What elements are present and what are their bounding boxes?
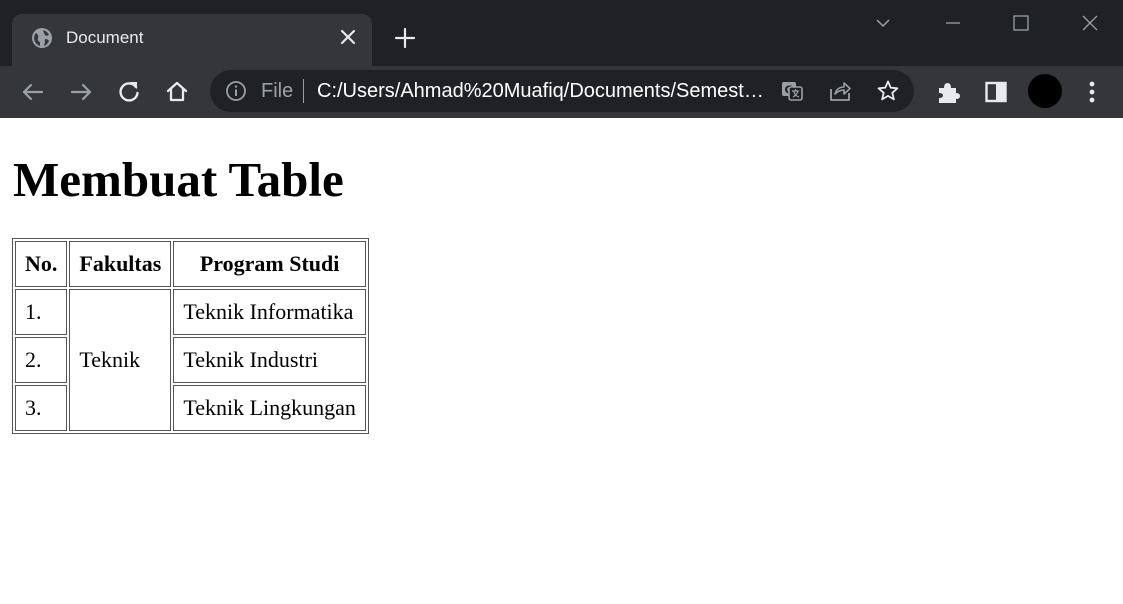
- scheme-label: File: [261, 80, 294, 102]
- program-cell: Teknik Informatika: [173, 289, 366, 335]
- table-header-row: No. Fakultas Program Studi: [15, 241, 366, 287]
- program-cell: Teknik Industri: [173, 337, 366, 383]
- home-icon[interactable]: [163, 78, 191, 106]
- star-icon[interactable]: [876, 79, 900, 103]
- table-row: 3. Teknik Lingkungan: [15, 385, 366, 431]
- globe-icon: [31, 27, 53, 49]
- side-panel-icon[interactable]: [982, 78, 1010, 106]
- profile-avatar[interactable]: [1028, 74, 1062, 108]
- puzzle-icon[interactable]: [934, 78, 962, 106]
- reload-icon[interactable]: [115, 78, 143, 106]
- faculty-table: No. Fakultas Program Studi 1. Teknik Tek…: [12, 238, 369, 434]
- page-heading: Membuat Table: [13, 152, 344, 207]
- tab-title: Document: [66, 28, 144, 47]
- kebab-menu-icon[interactable]: [1078, 78, 1106, 106]
- browser-toolbar: File C:/Users/Ahmad%20Muafiq/Documents/S…: [0, 66, 1123, 118]
- arrow-left-icon[interactable]: [19, 78, 47, 106]
- address-separator: [303, 79, 304, 103]
- url-text[interactable]: C:/Users/Ahmad%20Muafiq/Documents/Semest…: [317, 80, 767, 102]
- translate-icon[interactable]: G: [780, 79, 804, 103]
- row-number: 1.: [15, 289, 68, 335]
- page-content: Membuat Table No. Fakultas Program Studi…: [0, 118, 1123, 604]
- close-window-icon[interactable]: [1077, 10, 1103, 36]
- share-icon[interactable]: [828, 79, 852, 103]
- info-icon[interactable]: [225, 80, 247, 102]
- close-tab-icon[interactable]: [337, 26, 359, 48]
- header-no: No.: [15, 241, 68, 287]
- header-program-studi: Program Studi: [173, 241, 366, 287]
- row-number: 3.: [15, 385, 68, 431]
- minimize-icon[interactable]: [940, 10, 966, 36]
- address-bar[interactable]: File C:/Users/Ahmad%20Muafiq/Documents/S…: [210, 70, 914, 112]
- header-fakultas: Fakultas: [69, 241, 172, 287]
- new-tab-icon[interactable]: [393, 26, 417, 50]
- table-row: 2. Teknik Industri: [15, 337, 366, 383]
- maximize-icon[interactable]: [1008, 10, 1034, 36]
- faculty-cell: Teknik: [69, 289, 172, 431]
- browser-tab[interactable]: Document: [12, 14, 372, 66]
- table-row: 1. Teknik Teknik Informatika: [15, 289, 366, 431]
- program-cell: Teknik Lingkungan: [173, 385, 366, 431]
- browser-titlebar: Document: [0, 0, 1123, 66]
- arrow-right-icon[interactable]: [67, 78, 95, 106]
- row-number: 2.: [15, 337, 68, 383]
- tab-search-icon[interactable]: [870, 10, 896, 36]
